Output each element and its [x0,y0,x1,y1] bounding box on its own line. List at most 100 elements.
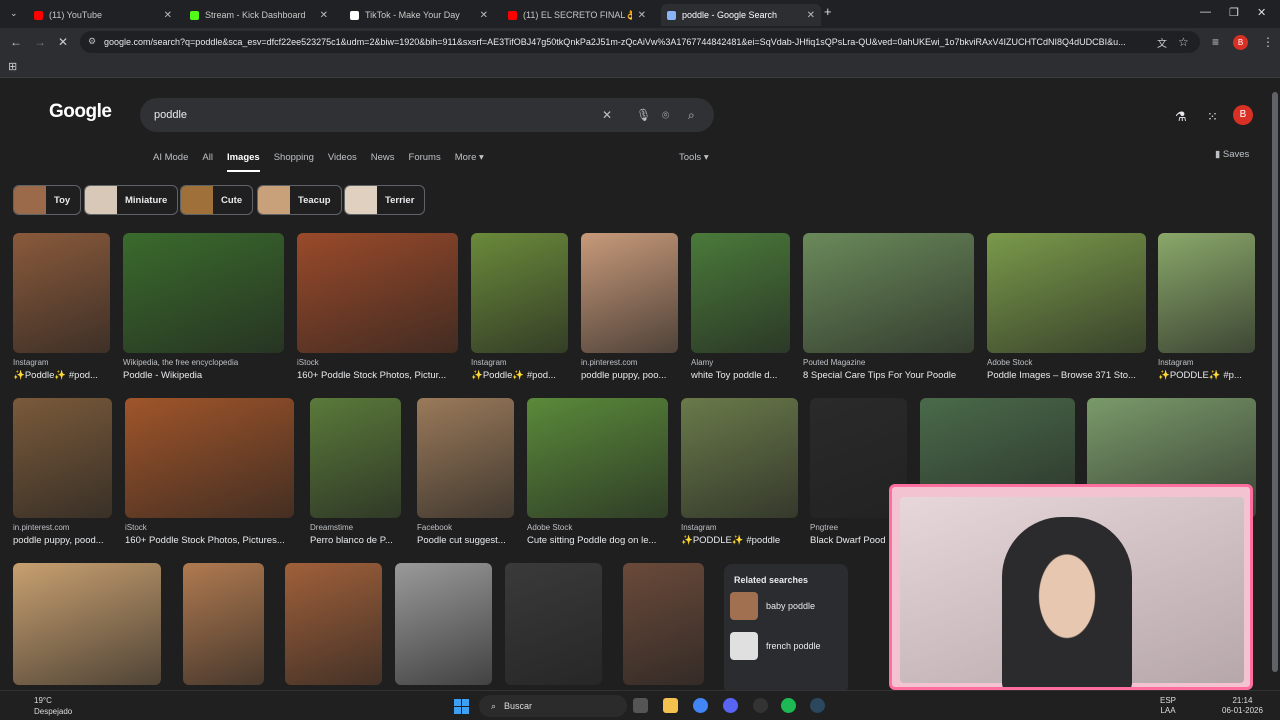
tab-ai-mode[interactable]: AI Mode [153,152,188,172]
result-caption[interactable]: ✨Poddle✨ #pod... [13,370,110,381]
tab-more[interactable]: More ▾ [455,152,484,172]
google-logo[interactable]: Google [49,101,112,123]
tab-close-icon[interactable]: ✕ [807,10,815,21]
filter-chip[interactable]: Terrier [344,185,426,215]
image-result[interactable] [13,563,161,685]
result-source[interactable]: in.pinterest.com [581,358,678,367]
image-result[interactable] [1158,233,1255,353]
file-explorer-icon[interactable] [663,698,678,713]
result-source[interactable]: Dreamstime [310,523,401,532]
image-result[interactable] [471,233,568,353]
image-result[interactable] [310,398,401,518]
bookmark-star-icon[interactable]: ☆ [1178,35,1189,49]
result-caption[interactable]: Poodle cut suggest... [417,535,514,546]
tab-search-icon[interactable]: ⌄ [10,8,18,19]
image-result[interactable] [581,233,678,353]
apps-grid-icon[interactable]: ⁙ [1207,109,1218,125]
steam-icon[interactable] [810,698,825,713]
scrollbar-thumb[interactable] [1272,92,1278,672]
tab-close-icon[interactable]: ✕ [638,10,646,21]
tab-close-icon[interactable]: ✕ [480,10,488,21]
result-source[interactable]: Instagram [1158,358,1255,367]
image-result[interactable] [623,563,704,685]
result-caption[interactable]: 8 Special Care Tips For Your Poodle [803,370,974,381]
image-result[interactable] [183,563,264,685]
result-source[interactable]: Facebook [417,523,514,532]
tab-news[interactable]: News [371,152,395,172]
search-input[interactable]: poddle [154,109,187,121]
taskbar-search[interactable]: ⌕ Buscar [479,695,627,717]
image-result[interactable] [691,233,790,353]
tab-close-icon[interactable]: ✕ [164,10,172,21]
result-caption[interactable]: white Toy poddle d... [691,370,790,381]
browser-tab[interactable]: (11) EL SECRETO FINAL👌 Cap ✕ [502,4,652,26]
task-view-icon[interactable] [633,698,648,713]
image-result[interactable] [123,233,284,353]
filter-chip[interactable]: Teacup [257,185,342,215]
chrome-icon[interactable] [693,698,708,713]
result-caption[interactable]: Poddle - Wikipedia [123,370,284,381]
result-caption[interactable]: ✨Poddle✨ #pod... [471,370,568,381]
result-source[interactable]: Wikipedia, the free encyclopedia [123,358,284,367]
result-caption[interactable]: Cute sitting Poddle dog on le... [527,535,668,546]
saves-button[interactable]: ▮ Saves [1215,149,1249,160]
related-search-item[interactable]: baby poddle [730,592,815,620]
filter-chip[interactable]: Miniature [84,185,179,215]
tab-shopping[interactable]: Shopping [274,152,314,172]
weather-widget[interactable]: 19°C Despejado [20,695,72,717]
result-source[interactable]: Alamy [691,358,790,367]
search-box[interactable]: poddle [140,98,714,132]
result-caption[interactable]: Perro blanco de P... [310,535,401,546]
page-scrollbar[interactable] [1270,78,1280,690]
filter-chip[interactable]: Cute [180,185,254,215]
clock[interactable]: 21:14 06-01-2026 [1222,696,1263,716]
reading-list-icon[interactable]: ≡ [1212,35,1219,49]
result-source[interactable]: Pouted Magazine [803,358,974,367]
obs-icon[interactable] [753,698,768,713]
result-source[interactable]: Instagram [13,358,110,367]
spotify-icon[interactable] [781,698,796,713]
image-result[interactable] [13,233,110,353]
result-caption[interactable]: Poddle Images – Browse 371 Sto... [987,370,1146,381]
close-window-icon[interactable]: ✕ [1257,6,1266,19]
result-source[interactable]: Instagram [681,523,798,532]
result-source[interactable]: iStock [297,358,458,367]
language-indicator[interactable]: ESP LAA [1160,696,1176,716]
back-icon[interactable]: ← [10,35,22,49]
image-result[interactable] [505,563,602,685]
start-button[interactable] [454,699,469,714]
image-result[interactable] [125,398,294,518]
browser-tab[interactable]: Stream - Kick Dashboard ✕ [184,4,334,26]
new-tab-button[interactable]: + [824,4,832,19]
tab-videos[interactable]: Videos [328,152,357,172]
labs-flask-icon[interactable]: ⚗ [1175,109,1187,125]
browser-tab[interactable]: TikTok - Make Your Day ✕ [344,4,494,26]
restore-icon[interactable]: ❐ [1229,6,1239,19]
image-result[interactable] [987,233,1146,353]
minimize-icon[interactable]: — [1200,6,1211,18]
tab-images[interactable]: Images [226,152,260,172]
image-result[interactable] [13,398,112,518]
forward-icon[interactable]: → [34,35,46,49]
browser-tab[interactable]: poddle - Google Search ✕ [661,4,821,26]
image-result[interactable] [527,398,668,518]
image-result[interactable] [395,563,492,685]
image-result[interactable] [297,233,458,353]
image-result[interactable] [417,398,514,518]
site-info-icon[interactable]: ⚙ [88,36,96,47]
tab-close-icon[interactable]: ✕ [320,10,328,21]
tab-forums[interactable]: Forums [409,152,441,172]
image-result[interactable] [803,233,974,353]
tab-all[interactable]: All [202,152,213,172]
translate-icon[interactable]: 文 [1157,35,1167,50]
url-field[interactable]: ⚙ google.com/search?q=poddle&sca_esv=dfc… [80,31,1200,53]
discord-icon[interactable] [723,698,738,713]
browser-tab[interactable]: (11) YouTube ✕ [28,4,178,26]
result-caption[interactable]: poddle puppy, poo... [581,370,678,381]
image-result[interactable] [681,398,798,518]
result-source[interactable]: Instagram [471,358,568,367]
account-avatar[interactable]: B [1233,105,1253,125]
result-source[interactable]: Adobe Stock [987,358,1146,367]
related-search-item[interactable]: french poddle [730,632,821,660]
result-caption[interactable]: ✨PODDLE✨ #poddle [681,535,798,546]
